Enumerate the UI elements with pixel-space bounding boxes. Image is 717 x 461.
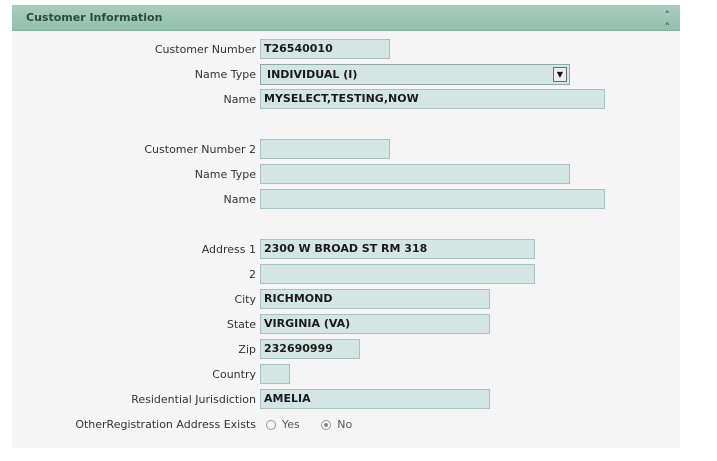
name-type-label: Name Type <box>194 68 256 81</box>
zip-field[interactable]: 232690999 <box>260 339 360 359</box>
name-type-2-label: Name Type <box>194 168 256 181</box>
other-registration-radio-group: Yes No <box>266 418 370 434</box>
double-chevron-up-icon[interactable]: ˄ ˄ <box>665 10 671 34</box>
name-type-select[interactable]: INDIVIDUAL (I) ▼ <box>260 64 570 85</box>
customer-number-field[interactable]: T26540010 <box>260 39 390 59</box>
address-2-label: 2 <box>249 268 256 281</box>
radio-no-label: No <box>337 418 353 431</box>
city-label: City <box>234 293 256 306</box>
address-1-field[interactable]: 2300 W BROAD ST RM 318 <box>260 239 535 259</box>
radio-no-icon[interactable] <box>321 420 332 430</box>
radio-option-no[interactable]: No <box>321 418 352 431</box>
address-1-label: Address 1 <box>201 243 256 256</box>
name-field[interactable]: MYSELECT,TESTING,NOW <box>260 89 605 109</box>
residential-jurisdiction-label: Residential Jurisdiction <box>131 393 256 406</box>
country-field[interactable] <box>260 364 290 384</box>
address-2-field[interactable] <box>260 264 535 284</box>
panel-header: Customer Information ˄ ˄ <box>12 5 680 34</box>
customer-number-2-label: Customer Number 2 <box>144 143 256 156</box>
radio-yes-label: Yes <box>282 418 300 431</box>
name-label: Name <box>223 93 256 106</box>
residential-jurisdiction-field[interactable]: AMELIA <box>260 389 490 409</box>
name-type-2-field[interactable] <box>260 164 570 184</box>
name-2-label: Name <box>223 193 256 206</box>
other-registration-label: OtherRegistration Address Exists <box>75 418 256 431</box>
city-field[interactable]: RICHMOND <box>260 289 490 309</box>
country-label: Country <box>212 368 256 381</box>
zip-label: Zip <box>238 343 256 356</box>
dropdown-arrow-icon[interactable]: ▼ <box>553 67 567 82</box>
customer-number-2-field[interactable] <box>260 139 390 159</box>
radio-option-yes[interactable]: Yes <box>266 418 300 431</box>
name-2-field[interactable] <box>260 189 605 209</box>
radio-yes-icon[interactable] <box>266 420 276 430</box>
state-label: State <box>226 318 256 331</box>
customer-number-label: Customer Number <box>154 43 256 56</box>
panel-title: Customer Information <box>26 11 163 24</box>
state-field[interactable]: VIRGINIA (VA) <box>260 314 490 334</box>
name-type-selected-value: INDIVIDUAL (I) <box>267 68 358 81</box>
